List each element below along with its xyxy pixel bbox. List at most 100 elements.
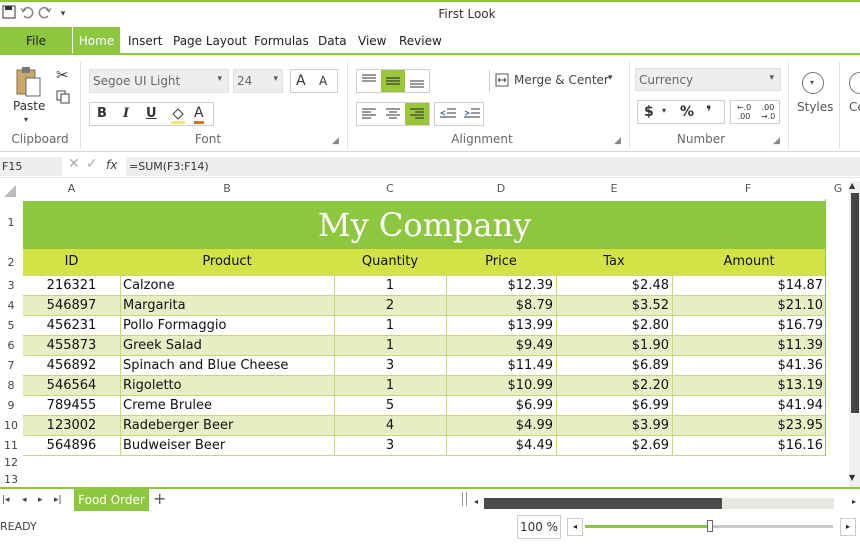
- number-dialog-launcher-icon[interactable]: ◢: [773, 136, 780, 146]
- row-header[interactable]: 8: [0, 376, 22, 396]
- paste-icon[interactable]: [14, 66, 44, 98]
- select-all-icon[interactable]: [4, 185, 16, 197]
- table-cell[interactable]: Creme Brulee: [120, 396, 334, 416]
- vertical-scroll-thumb[interactable]: [851, 193, 859, 413]
- align-top-icon[interactable]: [357, 70, 381, 92]
- align-right-icon[interactable]: [405, 103, 429, 125]
- table-cell[interactable]: $8.79: [446, 296, 556, 316]
- table-cell[interactable]: $13.99: [446, 316, 556, 336]
- table-cell[interactable]: 789455: [23, 396, 120, 416]
- table-cell[interactable]: $11.49: [446, 356, 556, 376]
- column-header[interactable]: B: [120, 180, 334, 198]
- row-header[interactable]: 6: [0, 336, 22, 356]
- row-header[interactable]: 9: [0, 396, 22, 416]
- cancel-icon[interactable]: ✕: [68, 156, 80, 172]
- column-header[interactable]: G: [824, 180, 852, 198]
- table-cell[interactable]: Radeberger Beer: [120, 416, 334, 436]
- table-cell[interactable]: $4.99: [446, 416, 556, 436]
- cells-button[interactable]: Ce: [849, 100, 860, 114]
- decrease-decimal-button[interactable]: .00 →.0: [758, 103, 778, 121]
- last-sheet-icon[interactable]: ▸|: [54, 495, 62, 505]
- shrink-font-button[interactable]: A: [319, 74, 327, 88]
- table-cell[interactable]: $9.49: [446, 336, 556, 356]
- paste-dropdown-icon[interactable]: ▾: [24, 115, 28, 124]
- fill-color-icon[interactable]: [170, 106, 186, 124]
- grow-font-button[interactable]: A: [296, 73, 306, 89]
- table-cell[interactable]: Greek Salad: [120, 336, 334, 356]
- add-sheet-button[interactable]: +: [153, 489, 166, 508]
- table-cell[interactable]: Margarita: [120, 296, 334, 316]
- tab-review[interactable]: Review: [393, 27, 448, 55]
- table-cell[interactable]: 3: [334, 436, 446, 456]
- scroll-down-icon[interactable]: ▼: [849, 473, 855, 482]
- tab-insert[interactable]: Insert: [122, 27, 168, 55]
- row-header[interactable]: 13: [0, 472, 22, 488]
- row-header[interactable]: 2: [0, 253, 22, 273]
- table-cell[interactable]: $2.69: [556, 436, 672, 456]
- table-cell[interactable]: $10.99: [446, 376, 556, 396]
- zoom-in-button[interactable]: ▸: [840, 518, 856, 536]
- confirm-icon[interactable]: ✓: [86, 156, 98, 172]
- vertical-scrollbar[interactable]: ▲ ▼: [849, 181, 860, 487]
- table-cell[interactable]: 1: [334, 376, 446, 396]
- table-cell[interactable]: $6.89: [556, 356, 672, 376]
- table-cell[interactable]: $3.52: [556, 296, 672, 316]
- row-header[interactable]: 11: [0, 436, 22, 456]
- cells-icon[interactable]: [849, 72, 860, 94]
- table-cell[interactable]: Spinach and Blue Cheese: [120, 356, 334, 376]
- font-dialog-launcher-icon[interactable]: ◢: [332, 136, 339, 146]
- styles-icon[interactable]: ▾: [802, 72, 824, 94]
- table-cell[interactable]: 123002: [23, 416, 120, 436]
- table-cell[interactable]: 3: [334, 356, 446, 376]
- prev-sheet-icon[interactable]: ◂: [22, 495, 27, 505]
- first-sheet-icon[interactable]: |◂: [2, 495, 10, 505]
- column-header[interactable]: D: [446, 180, 556, 198]
- row-header[interactable]: 7: [0, 356, 22, 376]
- tab-view[interactable]: View: [352, 27, 392, 55]
- decrease-indent-icon[interactable]: [437, 103, 459, 125]
- row-header[interactable]: 1: [0, 199, 22, 247]
- table-cell[interactable]: $6.99: [556, 396, 672, 416]
- table-cell[interactable]: Calzone: [120, 276, 334, 296]
- table-cell[interactable]: 216321: [23, 276, 120, 296]
- paste-button[interactable]: Paste: [13, 99, 45, 113]
- table-cell[interactable]: Pollo Formaggio: [120, 316, 334, 336]
- row-header[interactable]: 4: [0, 296, 22, 316]
- cut-icon[interactable]: ✂: [56, 66, 69, 84]
- scroll-left-icon[interactable]: ◂: [474, 497, 478, 506]
- tab-file[interactable]: File: [0, 27, 72, 55]
- scroll-up-icon[interactable]: ▲: [849, 181, 855, 190]
- formula-input[interactable]: =SUM(F3:F14): [126, 157, 860, 176]
- table-cell[interactable]: $41.94: [672, 396, 826, 416]
- zoom-slider-thumb[interactable]: [707, 520, 713, 532]
- table-cell[interactable]: 546564: [23, 376, 120, 396]
- column-header[interactable]: F: [672, 180, 824, 198]
- worksheet[interactable]: My Company ID Product Quantity Price Tax…: [23, 199, 826, 486]
- align-bottom-icon[interactable]: [405, 70, 429, 92]
- table-cell[interactable]: 456231: [23, 316, 120, 336]
- tab-page-layout[interactable]: Page Layout: [167, 27, 253, 55]
- row-header[interactable]: 5: [0, 316, 22, 336]
- table-cell[interactable]: 564896: [23, 436, 120, 456]
- increase-decimal-button[interactable]: ←.0.00: [734, 103, 754, 121]
- table-cell[interactable]: 456892: [23, 356, 120, 376]
- table-cell[interactable]: $14.87: [672, 276, 826, 296]
- styles-button[interactable]: Styles: [797, 100, 833, 114]
- table-cell[interactable]: $16.79: [672, 316, 826, 336]
- currency-button[interactable]: $: [644, 104, 654, 120]
- table-cell[interactable]: $13.19: [672, 376, 826, 396]
- table-cell[interactable]: 4: [334, 416, 446, 436]
- table-cell[interactable]: 546897: [23, 296, 120, 316]
- underline-button[interactable]: U: [146, 106, 157, 121]
- tab-home[interactable]: Home: [73, 27, 120, 55]
- merge-center-button[interactable]: Merge & Center ▾: [495, 70, 620, 92]
- horizontal-scrollbar[interactable]: [484, 498, 834, 509]
- increase-indent-icon[interactable]: [461, 103, 483, 125]
- table-cell[interactable]: $12.39: [446, 276, 556, 296]
- table-cell[interactable]: $21.10: [672, 296, 826, 316]
- row-header[interactable]: 10: [0, 416, 22, 436]
- table-cell[interactable]: $16.16: [672, 436, 826, 456]
- font-size-select[interactable]: 24 ▾: [233, 69, 283, 93]
- horizontal-scroll-thumb[interactable]: [484, 498, 722, 509]
- table-cell[interactable]: $6.99: [446, 396, 556, 416]
